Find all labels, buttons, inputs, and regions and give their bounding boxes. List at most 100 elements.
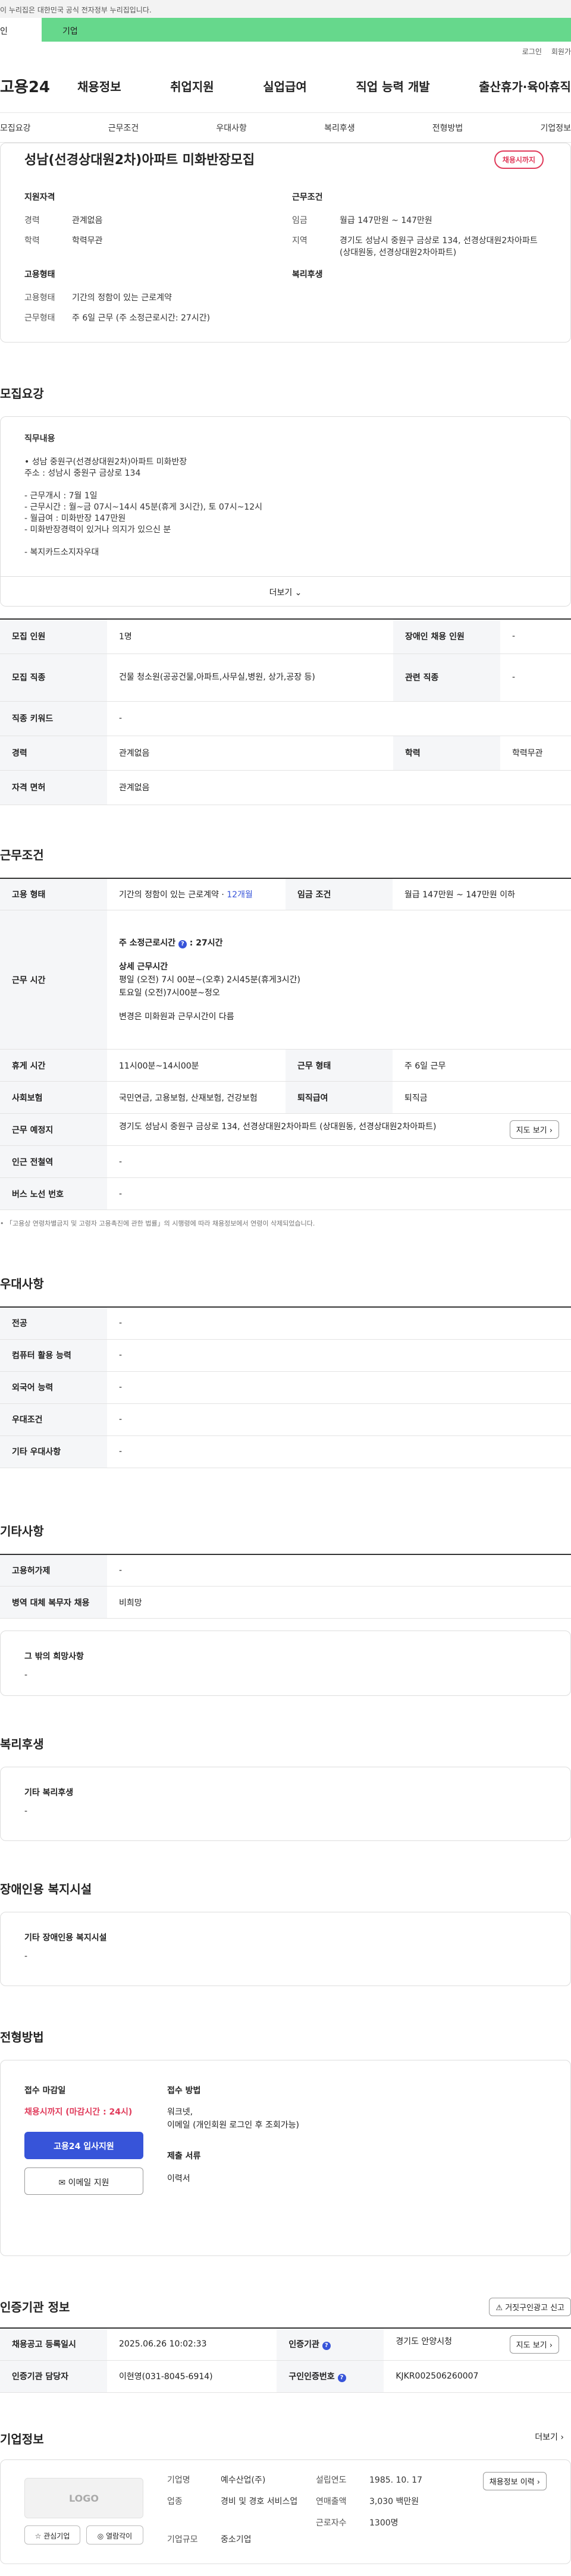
cell-value: - bbox=[107, 1145, 571, 1178]
job-detail-line: - 복지카드소지자우대 bbox=[24, 548, 99, 557]
cell-header: 퇴직급여 bbox=[286, 1081, 393, 1114]
cell-value: 학력무관 bbox=[500, 736, 571, 771]
job-detail-line: 주소 : 성남시 중원구 금상로 134 bbox=[24, 469, 141, 478]
cond-row: 지역 경기도 성남시 중원구 금상로 134, 선경상대원2차아파트 (상대원동,… bbox=[292, 236, 538, 257]
welfare-box-heading: 기타 복리후생 bbox=[24, 1788, 74, 1798]
cell-header: 장애인 채용 인원 bbox=[393, 619, 500, 654]
qual-heading: 지원자격 bbox=[24, 193, 55, 202]
more-button[interactable]: 더보기 ⌄ bbox=[1, 576, 570, 606]
table-row: 채용공고 등록일시 2025.06.26 10:02:33 인증기관 ? 경기도… bbox=[0, 2328, 571, 2361]
pref-title: 우대사항 bbox=[0, 1277, 44, 1291]
cell-value: 2025.06.26 10:02:33 bbox=[107, 2328, 277, 2361]
welfare-box-value: - bbox=[24, 1807, 28, 1816]
subnav-process[interactable]: 전형방법 bbox=[432, 122, 463, 134]
disab-title: 장애인용 복지시설 bbox=[0, 1882, 92, 1896]
emp-col: 고용형태 고용형태 기간의 정함이 있는 근로계약 근무형태 주 6일 근무 (주 … bbox=[24, 268, 274, 332]
subnav-company[interactable]: 기업정보 bbox=[540, 122, 571, 134]
cell-header: 직종 키워드 bbox=[0, 701, 107, 736]
site-logo[interactable]: 고용24 bbox=[0, 75, 77, 97]
cell-header: 관련 직종 bbox=[393, 654, 500, 702]
cell-header: 인증기관 ? bbox=[277, 2328, 384, 2361]
company-logo: LOGO bbox=[24, 2477, 143, 2518]
deadline-value: 채용시까지 (마감시간 : 24시) bbox=[24, 2107, 133, 2117]
section-nav: 모집요강 근무조건 우대사항 복리후생 전형방법 기업정보 bbox=[0, 113, 571, 143]
info-icon[interactable]: ? bbox=[322, 2342, 331, 2351]
eye-icon: ◎ bbox=[97, 2531, 104, 2540]
cell-header: 버스 노선 번호 bbox=[0, 1177, 107, 1210]
table-row: 고용 형태 기간의 정함이 있는 근로계약 · 12개월 임금 조건 월급 14… bbox=[0, 878, 571, 910]
cell-header: 사회보험 bbox=[0, 1081, 107, 1114]
job-detail-line: • 성남 중원구(선경상대원2차)아파트 미화반장 bbox=[24, 457, 187, 467]
subnav-pref[interactable]: 우대사항 bbox=[216, 122, 247, 134]
menu-unemployment[interactable]: 실업급여 bbox=[263, 77, 307, 95]
job-detail-line: - 미화반장경력이 있거나 의지가 있으신 분 bbox=[24, 525, 171, 535]
welfare-heading: 복리후생 bbox=[292, 270, 323, 279]
favorite-company-button[interactable]: ☆ 관심기업 bbox=[24, 2525, 80, 2544]
job-detail-line: - 월급여 : 미화반장 147만원 bbox=[24, 514, 126, 523]
table-row: 자격 면허 관계없음 bbox=[0, 770, 571, 805]
cell-value: KJKR002506260007 bbox=[384, 2360, 571, 2393]
etc-wish-heading: 그 밖의 희망사항 bbox=[24, 1652, 84, 1661]
email-apply-button[interactable]: ✉ 이메일 지원 bbox=[24, 2167, 143, 2195]
tab-personal[interactable]: 인 bbox=[0, 18, 42, 42]
weekly-hours-value: : 27시간 bbox=[189, 938, 223, 948]
cell-value: 이현영(031-8045-6914) bbox=[107, 2360, 277, 2393]
emp-row: 고용형태 기간의 정함이 있는 근로계약 bbox=[24, 293, 172, 303]
cert-table: 채용공고 등록일시 2025.06.26 10:02:33 인증기관 ? 경기도… bbox=[0, 2327, 571, 2393]
info-icon[interactable]: ? bbox=[337, 2374, 346, 2382]
disab-box-value: - bbox=[24, 1952, 28, 1961]
join-link[interactable]: 회원가 bbox=[551, 46, 571, 59]
subnav-work[interactable]: 근무조건 bbox=[108, 122, 139, 134]
cell-value: 국민연금, 고용보험, 산재보험, 건강보험 bbox=[107, 1081, 286, 1114]
cell-value: 경기도 안양시청 지도 보기 › bbox=[384, 2328, 571, 2361]
menu-vocational[interactable]: 직업 능력 개발 bbox=[356, 77, 429, 95]
table-row: 모집 인원 1명 장애인 채용 인원 - bbox=[0, 619, 571, 654]
menu-employment-support[interactable]: 취업지원 bbox=[170, 77, 214, 95]
company-talk-button[interactable]: ◎ 열람각이 bbox=[86, 2525, 143, 2544]
hours-detail-line: 평일 (오전) 7시 00분~(오후) 2시45분(휴게3시간) bbox=[119, 975, 300, 985]
age-note: • 「고용상 연령차별금지 및 고령자 고용촉진에 관한 법률」의 시행령에 따… bbox=[0, 1220, 315, 1227]
table-row: 병역 대체 복무자 채용 비희망 bbox=[0, 1586, 571, 1619]
company-info-row: 기업명 예수산업(주) bbox=[167, 2475, 266, 2485]
cell-value: 건물 청소원(공공건물,아파트,사무실,병원, 상가,공장 등) bbox=[107, 654, 393, 702]
map-view-button[interactable]: 지도 보기 › bbox=[509, 1120, 559, 1139]
cell-value: 11시00분~14시00분 bbox=[107, 1049, 286, 1082]
hours-detail-heading: 상세 근무시간 bbox=[119, 962, 168, 972]
report-button[interactable]: ⚠ 거짓구인광고 신고 bbox=[489, 2298, 571, 2316]
cell-header: 휴게 시간 bbox=[0, 1049, 107, 1082]
table-row: 사회보험 국민연금, 고용보험, 산재보험, 건강보험 퇴직급여 퇴직금 bbox=[0, 1081, 571, 1114]
table-row: 경력 관계없음 학력 학력무관 bbox=[0, 736, 571, 771]
info-icon[interactable]: ? bbox=[178, 940, 187, 948]
job-detail-line: - 근무개시 : 7월 1일 bbox=[24, 491, 98, 501]
chevron-right-icon: › bbox=[549, 1126, 553, 1135]
cell-header: 근무 예정지 bbox=[0, 1113, 107, 1146]
tab-company[interactable]: 기업 bbox=[42, 18, 571, 42]
welfare-box: 기타 복리후생 - bbox=[0, 1767, 571, 1841]
hours-detail-line: 토요일 (오전)7시00분~정오 bbox=[119, 988, 220, 998]
table-row: 모집 직종 건물 청소원(공공건물,아파트,사무실,병원, 상가,공장 등) 관… bbox=[0, 654, 571, 702]
subnav-welfare[interactable]: 복리후생 bbox=[324, 122, 355, 134]
chevron-down-icon: ⌄ bbox=[294, 588, 302, 598]
table-row: 외국어 능력 - bbox=[0, 1371, 571, 1404]
apply-button[interactable]: 고용24 입사지원 bbox=[24, 2132, 143, 2159]
recruit-table: 모집 인원 1명 장애인 채용 인원 - 모집 직종 건물 청소원(공공건물,아… bbox=[0, 618, 571, 805]
pref-table: 전공 - 컴퓨터 활용 능력 - 외국어 능력 - 우대조건 - 기타 우대사항 - bbox=[0, 1306, 571, 1468]
cert-map-button[interactable]: 지도 보기 › bbox=[509, 2335, 559, 2354]
job-history-button[interactable]: 채용정보 이력 › bbox=[482, 2471, 547, 2490]
table-row: 기타 우대사항 - bbox=[0, 1435, 571, 1468]
chevron-right-icon: › bbox=[560, 2432, 564, 2442]
subnav-recruit[interactable]: 모집요강 bbox=[0, 122, 31, 134]
process-title: 전형방법 bbox=[0, 2030, 44, 2044]
menu-jobs[interactable]: 채용정보 bbox=[77, 77, 121, 95]
menu-maternity[interactable]: 출산휴가·육아휴직 bbox=[479, 77, 571, 95]
table-row: 버스 노선 번호 - bbox=[0, 1177, 571, 1210]
cell-value: 경기도 성남시 중원구 금상로 134, 선경상대원2차아파트 (상대원동, 선… bbox=[107, 1113, 571, 1146]
emp-heading: 고용형태 bbox=[24, 270, 55, 279]
company-more-link[interactable]: 더보기 › bbox=[535, 2431, 564, 2443]
site-tabs: 인 기업 bbox=[0, 18, 571, 42]
table-row: 컴퓨터 활용 능력 - bbox=[0, 1339, 571, 1372]
login-link[interactable]: 로그인 bbox=[522, 46, 542, 59]
welfare-col: 복리후생 bbox=[292, 268, 542, 292]
cell-value: 주 6일 근무 bbox=[393, 1049, 571, 1082]
method-value: 워크넷, 이메일 (개인회원 로그인 후 조회가능) bbox=[167, 2107, 299, 2130]
